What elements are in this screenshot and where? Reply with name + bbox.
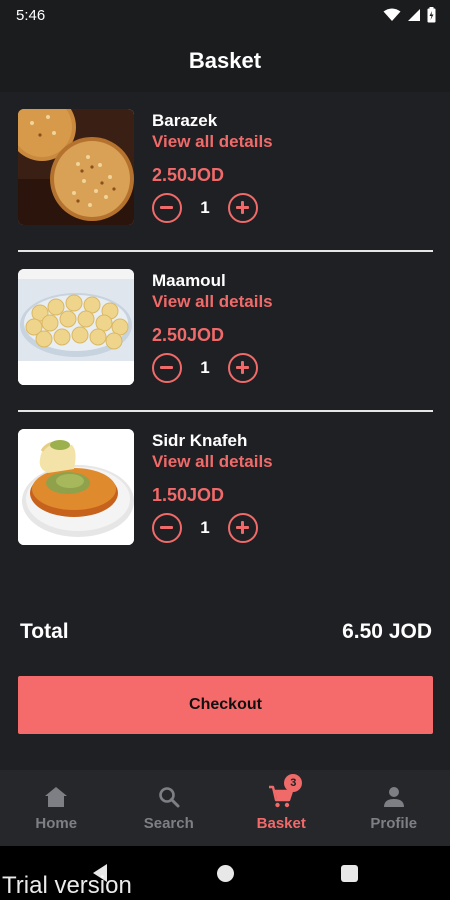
status-bar: 5:46 — [0, 0, 450, 30]
increase-quantity-button[interactable] — [228, 513, 258, 543]
home-button-icon[interactable] — [217, 865, 234, 882]
profile-icon — [383, 784, 405, 810]
knafeh-dessert-image — [18, 429, 134, 545]
nav-item-profile[interactable]: Profile — [338, 770, 450, 846]
total-value: 6.50 JOD — [342, 620, 432, 643]
maamoul-pastries-image — [18, 269, 134, 385]
view-details-link[interactable]: View all details — [152, 132, 273, 152]
basket-item: Barazek View all details 2.50JOD 1 — [18, 92, 433, 252]
item-name: Maamoul — [152, 271, 226, 290]
quantity-stepper: 1 — [152, 193, 258, 223]
page-title: Basket — [188, 48, 262, 73]
item-price: 2.50JOD — [152, 165, 225, 185]
bottom-nav: Home Search 3 Basket Profile — [0, 770, 450, 846]
item-price: 1.50JOD — [152, 485, 225, 505]
nav-item-search[interactable]: Search — [113, 770, 226, 846]
home-icon — [44, 784, 68, 810]
nav-label: Search — [143, 815, 194, 832]
decrease-quantity-button[interactable] — [152, 513, 182, 543]
search-icon — [158, 784, 180, 810]
checkout-button[interactable]: Checkout — [18, 676, 433, 734]
increase-quantity-button[interactable] — [228, 353, 258, 383]
status-icons — [383, 7, 436, 23]
watermark: Trial version — [2, 872, 132, 899]
nav-item-basket[interactable]: 3 Basket — [225, 770, 338, 846]
status-time: 5:46 — [16, 6, 46, 24]
view-details-link[interactable]: View all details — [152, 292, 273, 312]
quantity-stepper: 1 — [152, 353, 258, 383]
decrease-quantity-button[interactable] — [152, 193, 182, 223]
nav-item-home[interactable]: Home — [0, 770, 113, 846]
quantity-value: 1 — [200, 518, 210, 537]
app-header: Basket — [0, 30, 450, 92]
decrease-quantity-button[interactable] — [152, 353, 182, 383]
nav-label: Basket — [256, 815, 306, 832]
recents-icon[interactable] — [341, 865, 358, 882]
quantity-stepper: 1 — [152, 513, 258, 543]
increase-quantity-button[interactable] — [228, 193, 258, 223]
quantity-value: 1 — [200, 198, 210, 217]
item-price: 2.50JOD — [152, 325, 225, 345]
item-name: Barazek — [152, 111, 218, 130]
battery-icon — [427, 7, 436, 23]
total-row: Total 6.50 JOD — [20, 620, 432, 644]
basket-item: Maamoul View all details 2.50JOD 1 — [18, 252, 433, 412]
basket-item: Sidr Knafeh View all details 1.50JOD 1 — [18, 412, 433, 572]
wifi-icon — [383, 8, 401, 22]
view-details-link[interactable]: View all details — [152, 452, 273, 472]
nav-label: Home — [35, 815, 78, 832]
item-name: Sidr Knafeh — [152, 431, 248, 450]
total-label: Total — [20, 620, 69, 643]
basket-list: Barazek View all details 2.50JOD 1 Maamo… — [18, 92, 433, 572]
quantity-value: 1 — [200, 358, 210, 377]
cart-count-badge: 3 — [284, 774, 303, 792]
nav-label: Profile — [370, 815, 418, 832]
barazek-cookies-image — [18, 109, 134, 225]
cart-icon: 3 — [268, 774, 303, 810]
signal-icon — [407, 8, 421, 22]
